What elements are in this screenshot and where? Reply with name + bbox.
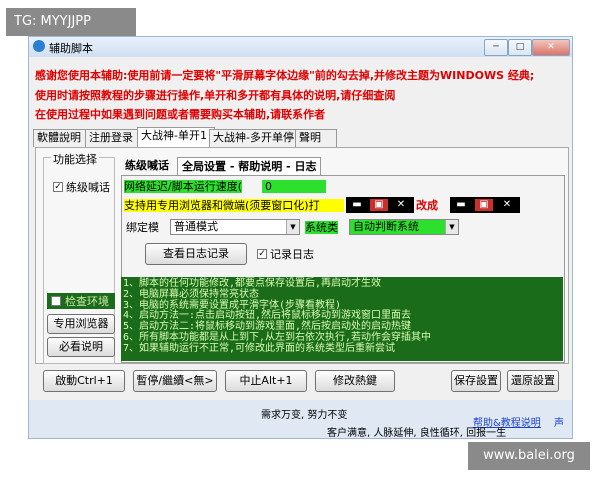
system-label: 系统类 [305,221,338,234]
maximize-icon[interactable]: ▣ [370,199,388,211]
watermark-top-left: TG: MYYJJPP [6,8,136,36]
window-control-group-1: ▬ ▣ ✕ [346,197,414,213]
minimize-button[interactable]: ─ [484,39,508,56]
bind-label: 绑定模 [126,221,159,234]
watermark-bottom-right: www.balei.org [468,442,590,470]
bind-mode-value: 普通模式 [174,220,218,233]
app-icon [33,40,45,52]
system-type-select[interactable]: 自动判断系统 ▼ [349,219,459,235]
delay-input[interactable]: 0 [262,180,326,193]
statement-link[interactable]: 声 [554,414,564,429]
help-line: 2、电脑屏幕必须保持常亮状态 [123,288,260,300]
tab-software-info[interactable]: 軟體說明 [33,129,91,147]
view-log-button[interactable]: 查看日志记录 [145,243,247,265]
chevron-down-icon[interactable]: ▼ [445,220,458,234]
delay-label: 网络延迟/脚本运行速度( [124,180,242,193]
close-icon[interactable]: ✕ [392,199,410,211]
inner-tab-practice[interactable]: 练级喊话 [121,157,173,175]
maximize-icon[interactable]: ▣ [475,199,493,211]
start-button[interactable]: 啟動Ctrl+1 [43,370,125,392]
footer: 需求万变, 努力不变 帮助&教程说明 声 客户满意, 人脉延伸, 良性循环, 回… [29,400,572,439]
maximize-button[interactable]: □ [508,39,532,56]
minimize-icon[interactable]: ▬ [348,199,366,211]
tab-statement[interactable]: 聲明 [295,129,337,147]
help-line: 7、如果辅助运行不正常,可修改此界面的系统类型后重新尝试 [123,342,396,354]
record-log-label: 记录日志 [270,248,314,261]
minimize-icon[interactable]: ▬ [452,199,470,211]
restore-settings-button[interactable]: 還原設置 [507,370,559,392]
window-title: 辅助脚本 [49,42,93,55]
system-type-value: 自动判断系统 [353,220,419,233]
check-env-checkbox[interactable] [51,296,61,306]
bind-mode-select[interactable]: 普通模式 ▼ [170,219,300,235]
save-settings-button[interactable]: 保存設置 [451,370,501,392]
practice-checkbox[interactable]: ✓ [53,182,63,192]
footer-slogan: 需求万变, 努力不变 [261,410,348,421]
tab-register-login[interactable]: 注册登录 [85,129,143,147]
tab-multi-stop[interactable]: 大战神-多开单停 [209,129,301,147]
footer-bottom-text: 客户满意, 人脉延伸, 良性循环, 回报一生 [327,428,507,439]
chevron-down-icon[interactable]: ▼ [286,220,299,234]
group-legend: 功能选择 [51,151,99,167]
window-control-group-2: ▬ ▣ ✕ [450,197,520,213]
notice-line-1: 感谢您使用本辅助:使用前请一定要将"平滑屏幕字体边缘"前的勾去掉,并修改主题为W… [35,69,535,82]
browser-button[interactable]: 专用浏览器 [47,314,115,334]
title-bar: 辅助脚本 ─ □ ✕ [29,37,572,57]
record-log-checkbox[interactable]: ✓ [257,249,267,259]
stop-button[interactable]: 中止Alt+1 [225,370,307,392]
close-button[interactable]: ✕ [532,39,570,56]
pause-button[interactable]: 暫停/繼續<無> [133,370,217,392]
close-icon[interactable]: ✕ [498,199,516,211]
tab-single-1[interactable]: 大战神-单开1 [137,127,215,148]
change-label: 改成 [416,199,438,212]
modify-hotkey-button[interactable]: 修改熱鍵 [315,370,395,392]
practice-label: 练级喊话 [66,181,110,194]
notice-line-2: 使用时请按照教程的步骤进行操作,单开和多开都有具体的说明,请仔细查阅 [35,89,396,102]
browser-note: 支持用专用浏览器和微端(须要窗口化)打 [124,199,344,212]
inner-tab-global-settings[interactable]: 全局设置 - 帮助说明 - 日志 [177,157,322,176]
help-text-area: 1、脚本的任何功能修改,都要点保存设置后,再启动才生效 2、电脑屏幕必须保持常亮… [121,277,563,361]
check-env-label: 检查环境 [65,295,109,308]
app-window: 辅助脚本 ─ □ ✕ 感谢您使用本辅助:使用前请一定要将"平滑屏幕字体边缘"前的… [28,36,573,439]
manual-button[interactable]: 必看说明 [47,337,115,357]
notice-line-3: 在使用过程中如果遇到问题或者需要购买本辅助,请联系作者 [35,108,326,121]
check-env-row: 检查环境 [47,293,115,309]
